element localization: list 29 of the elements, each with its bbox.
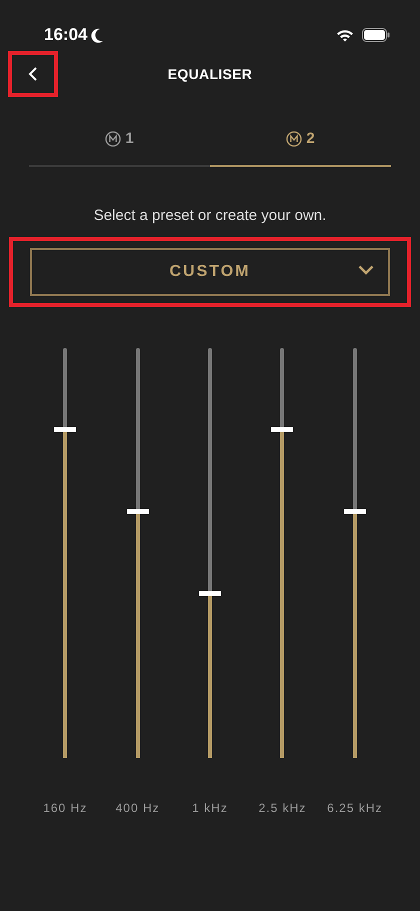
wifi-icon xyxy=(336,28,354,42)
mode-icon xyxy=(286,131,302,148)
slider-thumb[interactable] xyxy=(54,427,76,432)
battery-icon xyxy=(362,28,390,42)
band-label: 6.25 kHz xyxy=(327,800,382,817)
preset-dropdown[interactable]: CUSTOM xyxy=(30,248,390,296)
slider-thumb[interactable] xyxy=(271,427,294,432)
page-title: EQUALISER xyxy=(168,64,252,84)
eq-slider[interactable] xyxy=(126,347,149,759)
moon-icon xyxy=(91,28,104,42)
status-time: 16:04 xyxy=(44,24,88,46)
instruction-text: Select a preset or create your own. xyxy=(92,206,328,226)
band-label: 160 Hz xyxy=(43,800,88,817)
eq-slider[interactable] xyxy=(271,347,294,759)
band-label: 2.5 kHz xyxy=(258,800,306,817)
slider-thumb[interactable] xyxy=(344,509,366,514)
slider-thumb[interactable] xyxy=(199,591,222,596)
chevron-down-icon xyxy=(358,265,374,275)
mode-icon xyxy=(105,131,122,148)
eq-slider[interactable] xyxy=(199,347,222,759)
tab[interactable]: 1 xyxy=(29,128,210,166)
band-label: 1 kHz xyxy=(192,800,228,817)
slider-thumb[interactable] xyxy=(126,509,149,514)
back-icon xyxy=(28,67,38,81)
tab[interactable]: 2 xyxy=(210,128,391,166)
eq-slider[interactable] xyxy=(54,347,76,759)
eq-slider[interactable] xyxy=(344,347,366,759)
back-button[interactable] xyxy=(8,51,58,97)
band-label: 400 Hz xyxy=(116,800,160,817)
